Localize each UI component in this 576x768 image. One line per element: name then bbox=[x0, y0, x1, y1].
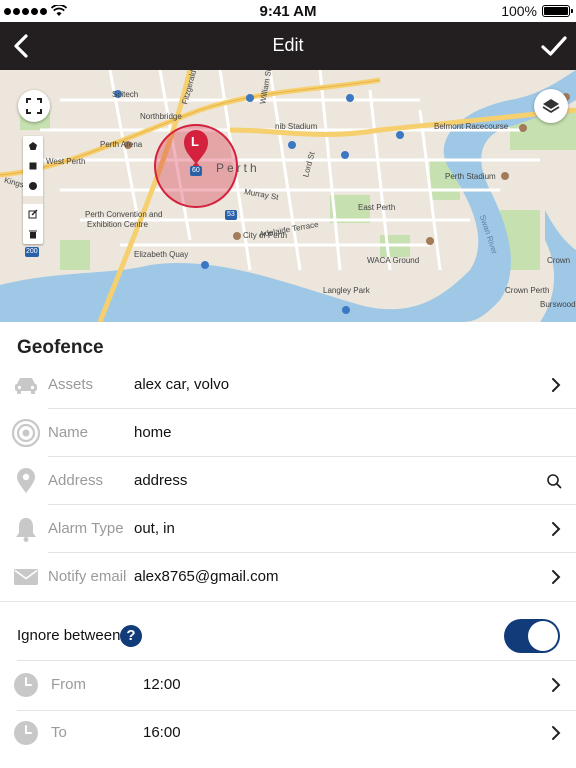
map-tiles bbox=[0, 70, 576, 322]
map-label-scitech: Scitech bbox=[112, 90, 139, 99]
from-time-row[interactable]: From 12:00 bbox=[0, 661, 576, 709]
polygon-tool[interactable] bbox=[23, 136, 43, 156]
map-label-elizabeth-quay: Elizabeth Quay bbox=[134, 250, 189, 259]
battery-icon bbox=[542, 5, 573, 17]
map-label-west-perth: West Perth bbox=[46, 157, 86, 166]
fullscreen-icon bbox=[26, 98, 42, 114]
edit-icon bbox=[28, 209, 38, 219]
ignore-between-toggle[interactable] bbox=[504, 619, 560, 653]
name-label: Name bbox=[48, 424, 89, 441]
from-label: From bbox=[51, 676, 86, 693]
rectangle-tool[interactable] bbox=[23, 156, 43, 176]
status-bar: 9:41 AM 100% bbox=[0, 0, 576, 22]
edit-tool[interactable] bbox=[23, 204, 43, 224]
assets-value: alex car, volvo bbox=[134, 376, 230, 393]
map-label-convention: Perth Convention and bbox=[85, 210, 163, 219]
delete-tool[interactable] bbox=[23, 224, 43, 244]
circle-tool[interactable] bbox=[23, 176, 43, 196]
map-label-langley-park: Langley Park bbox=[323, 286, 370, 295]
name-row[interactable]: Name home bbox=[0, 409, 576, 457]
alarm-type-row[interactable]: Alarm Type out, in bbox=[0, 505, 576, 553]
map-label-perth: Perth bbox=[216, 161, 260, 175]
help-icon[interactable]: ? bbox=[120, 625, 142, 647]
checkmark-icon[interactable] bbox=[538, 30, 570, 62]
notify-email-label: Notify email bbox=[48, 568, 127, 585]
address-row[interactable]: Address address bbox=[0, 457, 576, 505]
clock-icon bbox=[10, 671, 42, 699]
map-route-200: 200 bbox=[26, 248, 38, 255]
chevron-right-icon[interactable] bbox=[548, 675, 564, 695]
to-time-row[interactable]: To 16:00 bbox=[0, 709, 576, 757]
bell-icon bbox=[10, 515, 42, 543]
map-route-53: 53 bbox=[227, 211, 235, 218]
map-label-convention2: Exhibition Centre bbox=[87, 220, 148, 229]
map-label-crown: Crown bbox=[547, 256, 571, 265]
status-right: 100% bbox=[501, 3, 573, 19]
address-field[interactable]: address bbox=[134, 472, 187, 489]
chevron-right-icon[interactable] bbox=[548, 375, 564, 395]
map-label-belmont: Belmont Racecourse bbox=[434, 122, 509, 131]
assets-row[interactable]: Assets alex car, volvo bbox=[0, 361, 576, 409]
status-time: 9:41 AM bbox=[259, 3, 317, 20]
address-label: Address bbox=[48, 472, 104, 489]
chevron-right-icon[interactable] bbox=[548, 519, 564, 539]
map-label-perth-stadium: Perth Stadium bbox=[445, 172, 496, 181]
map[interactable]: Scitech Northbridge nib Stadium Belmont … bbox=[0, 70, 576, 322]
location-pin-icon bbox=[10, 467, 42, 495]
map-route-60: 60 bbox=[192, 167, 200, 174]
clock-icon bbox=[10, 719, 42, 747]
square-icon bbox=[29, 162, 37, 170]
map-label-nib-stadium: nib Stadium bbox=[275, 122, 318, 131]
fullscreen-button[interactable] bbox=[18, 90, 50, 122]
map-label-crown-perth: Crown Perth bbox=[505, 286, 550, 295]
map-pin-letter: L bbox=[191, 134, 199, 149]
from-value: 12:00 bbox=[143, 676, 181, 693]
layers-button[interactable] bbox=[534, 89, 568, 123]
search-icon[interactable] bbox=[546, 471, 562, 491]
section-title-geofence: Geofence bbox=[17, 337, 104, 358]
map-label-perth-arena: Perth Arena bbox=[100, 140, 143, 149]
circle-icon bbox=[29, 182, 37, 190]
notify-email-row[interactable]: Notify email alex8765@gmail.com bbox=[0, 553, 576, 601]
signal-icon bbox=[10, 419, 42, 447]
to-value: 16:00 bbox=[143, 724, 181, 741]
battery-percent: 100% bbox=[501, 3, 537, 19]
draw-tools-panel bbox=[23, 136, 43, 244]
chevron-right-icon[interactable] bbox=[548, 723, 564, 743]
section-divider bbox=[0, 601, 576, 602]
name-field[interactable]: home bbox=[134, 424, 172, 441]
to-label: To bbox=[51, 724, 67, 741]
map-label-northbridge: Northbridge bbox=[140, 112, 182, 121]
map-label-waca: WACA Ground bbox=[367, 256, 420, 265]
trash-icon bbox=[29, 230, 37, 239]
chevron-right-icon[interactable] bbox=[548, 567, 564, 587]
toggle-knob bbox=[528, 621, 558, 651]
envelope-icon bbox=[10, 563, 42, 591]
ignore-between-label: Ignore between bbox=[17, 627, 121, 644]
alarm-type-label: Alarm Type bbox=[48, 520, 124, 537]
alarm-type-value: out, in bbox=[134, 520, 175, 537]
layers-icon bbox=[542, 99, 560, 114]
car-icon bbox=[10, 371, 42, 399]
notify-email-value: alex8765@gmail.com bbox=[134, 568, 279, 585]
page-title: Edit bbox=[272, 35, 304, 55]
assets-label: Assets bbox=[48, 376, 94, 393]
map-label-east-perth: East Perth bbox=[358, 203, 396, 212]
polygon-icon bbox=[29, 142, 37, 150]
map-label-burswood: Burswood bbox=[540, 300, 576, 309]
nav-bar: Edit bbox=[0, 22, 576, 70]
